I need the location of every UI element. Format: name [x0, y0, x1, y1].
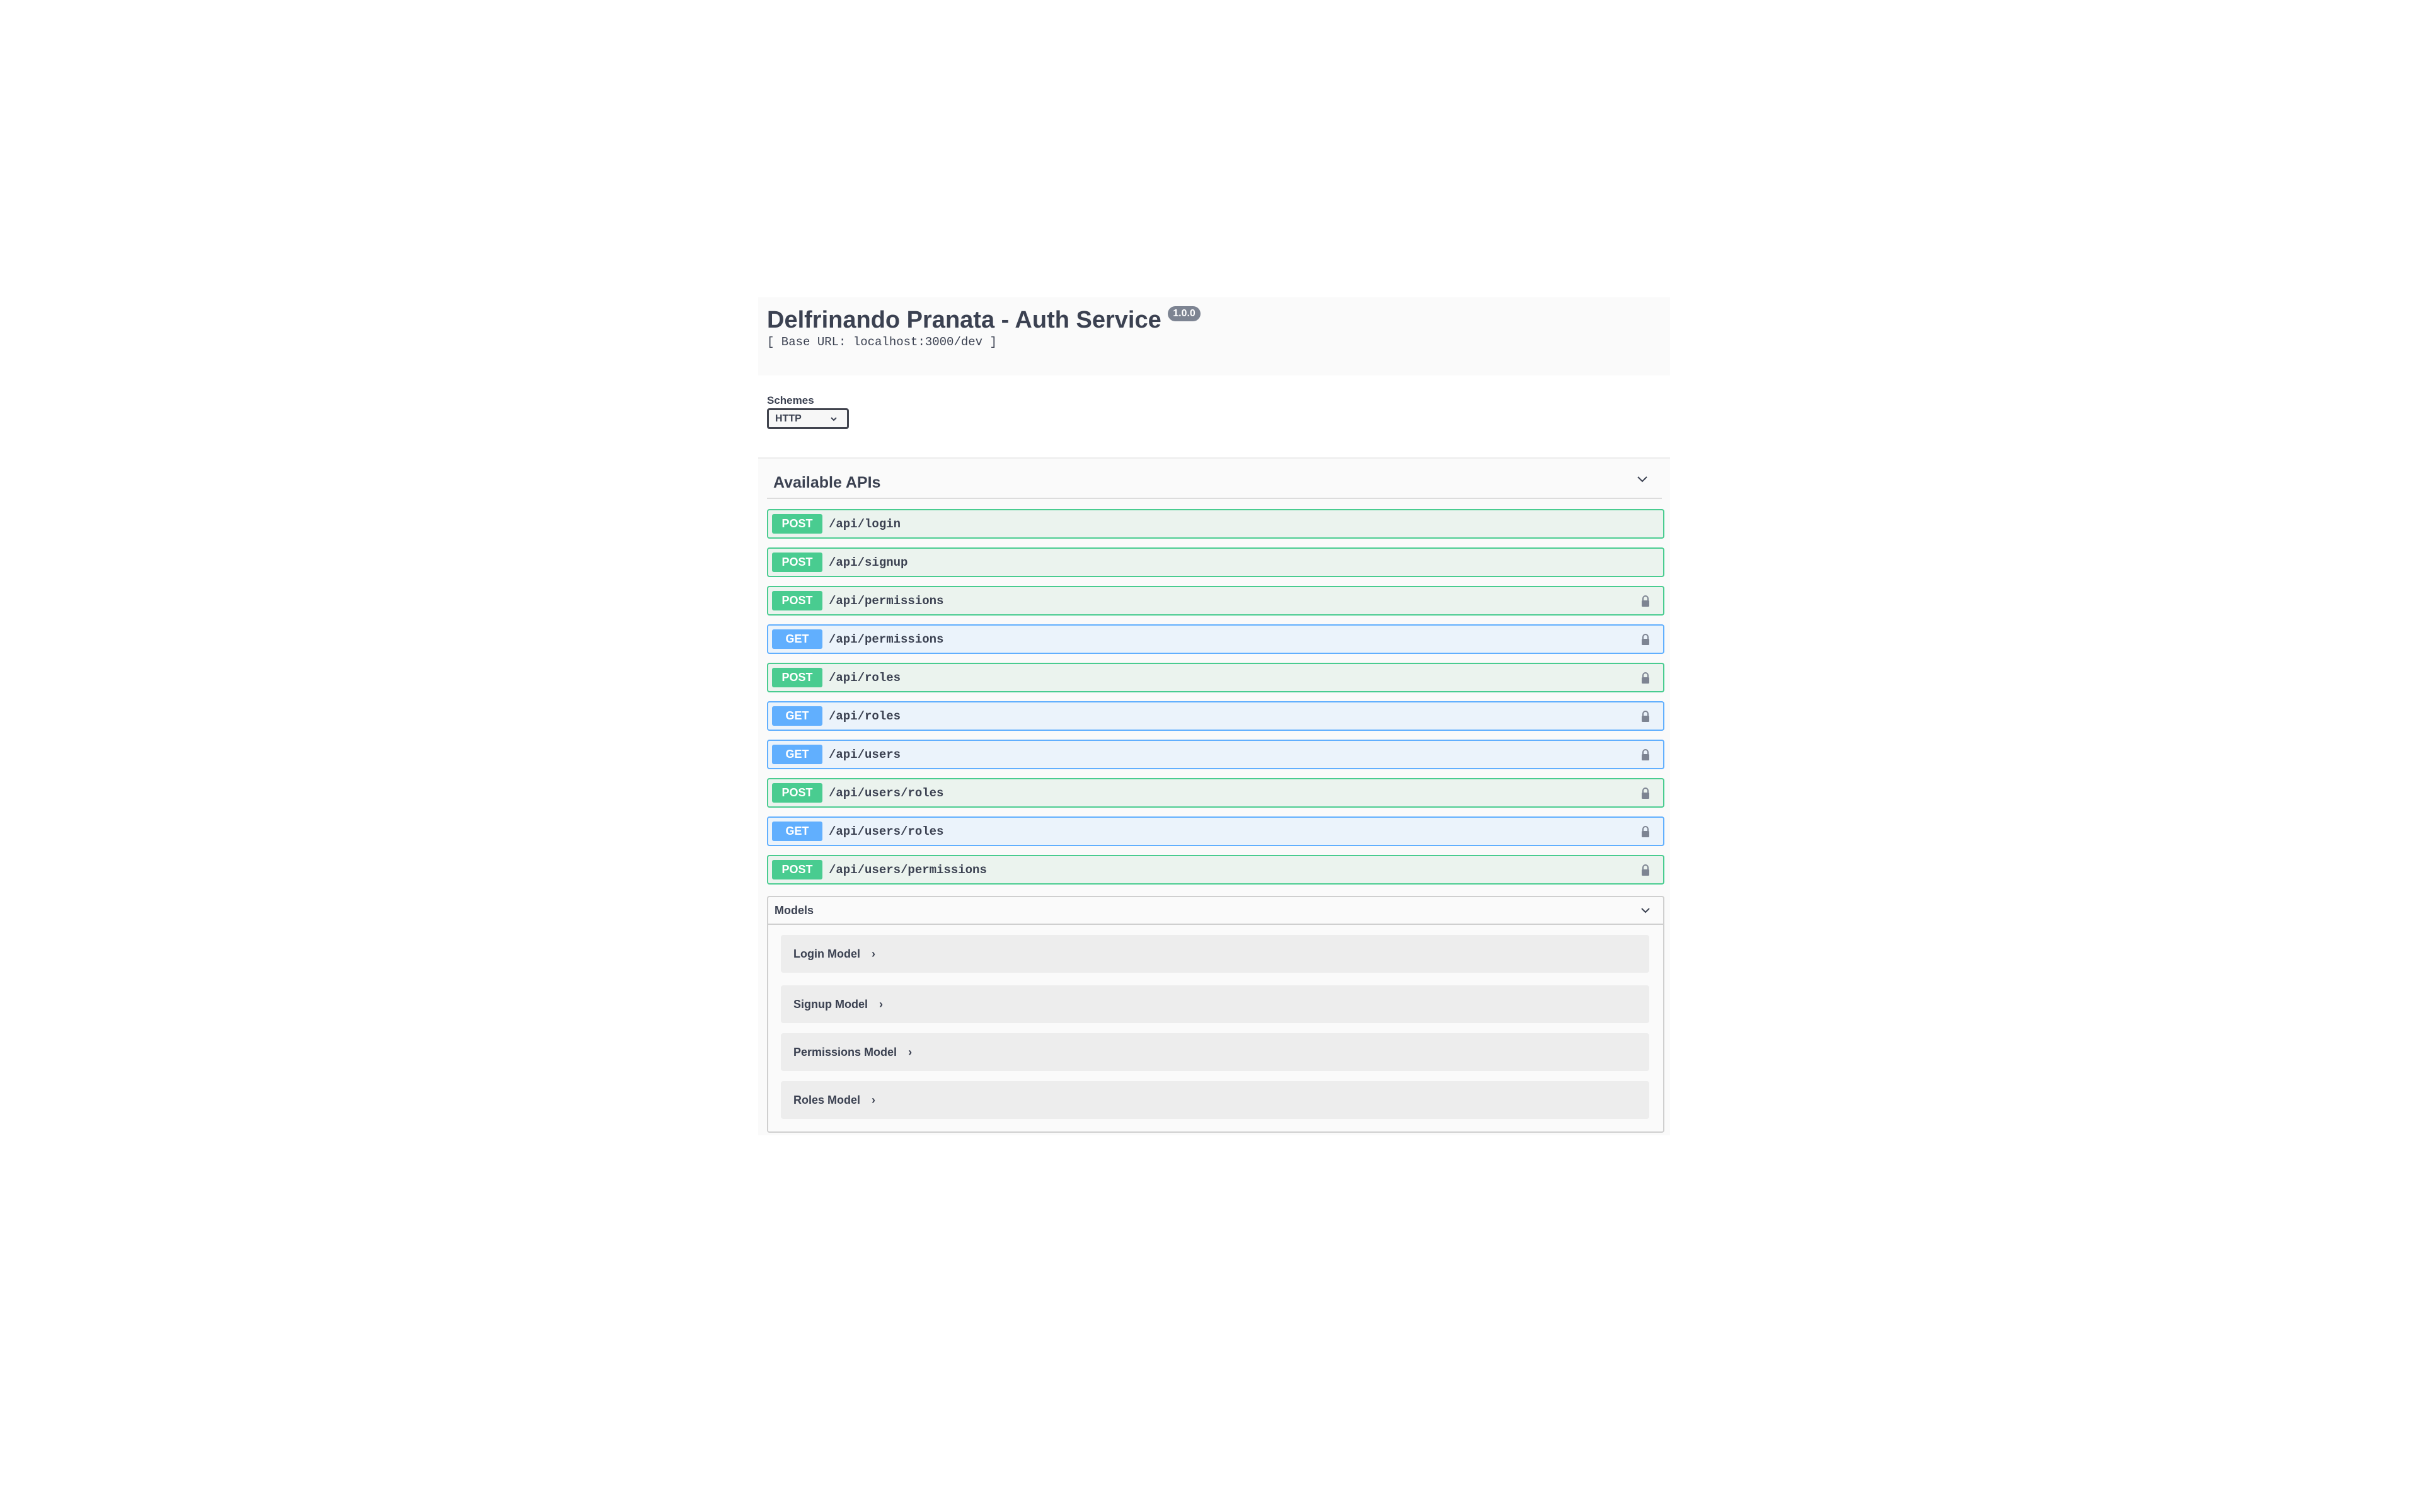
operation-get-api-roles[interactable]: GET /api/roles	[767, 701, 1664, 731]
lock-icon[interactable]	[1640, 825, 1651, 838]
models-section: Models Login Model › Signup Model › Perm…	[767, 896, 1664, 1133]
lock-icon[interactable]	[1640, 787, 1651, 799]
operation-post-api-users-permissions[interactable]: POST /api/users/permissions	[767, 855, 1664, 885]
method-badge: GET	[772, 822, 822, 841]
chevron-right-icon: ›	[908, 1045, 913, 1058]
method-badge: POST	[772, 591, 822, 610]
operations-list: POST /api/login POST /api/signup POST /a…	[767, 509, 1664, 893]
operation-path: /api/login	[829, 517, 901, 531]
operation-post-api-roles[interactable]: POST /api/roles	[767, 663, 1664, 692]
api-info: Delfrinando Pranata - Auth Service 1.0.0…	[767, 306, 1662, 349]
model-name: Login Model	[793, 947, 860, 960]
method-badge: POST	[772, 514, 822, 534]
base-url: [ Base URL: localhost:3000/dev ]	[767, 335, 997, 349]
chevron-right-icon: ›	[879, 997, 883, 1011]
model-name: Signup Model	[793, 997, 868, 1011]
lock-icon[interactable]	[1640, 595, 1651, 607]
operation-get-api-users-roles[interactable]: GET /api/users/roles	[767, 816, 1664, 846]
schemes-selected-value: HTTP	[775, 413, 802, 424]
method-badge: GET	[772, 629, 822, 649]
operation-path: /api/roles	[829, 709, 901, 723]
version-badge: 1.0.0	[1168, 306, 1201, 321]
method-badge: POST	[772, 553, 822, 572]
method-badge: POST	[772, 783, 822, 803]
operation-get-api-permissions[interactable]: GET /api/permissions	[767, 624, 1664, 654]
method-badge: GET	[772, 745, 822, 764]
operation-path: /api/signup	[829, 555, 908, 570]
operation-path: /api/permissions	[829, 632, 944, 646]
chevron-right-icon: ›	[872, 1093, 876, 1106]
model-signup[interactable]: Signup Model ›	[781, 985, 1649, 1023]
method-badge: POST	[772, 860, 822, 879]
model-name: Permissions Model	[793, 1045, 897, 1058]
chevron-down-icon	[831, 417, 837, 421]
lock-icon[interactable]	[1640, 633, 1651, 646]
chevron-down-icon[interactable]	[1635, 472, 1649, 486]
schemes-label: Schemes	[767, 394, 814, 406]
model-permissions[interactable]: Permissions Model ›	[781, 1033, 1649, 1071]
lock-icon[interactable]	[1640, 748, 1651, 761]
page-title: Delfrinando Pranata - Auth Service	[767, 307, 1161, 333]
lock-icon[interactable]	[1640, 710, 1651, 723]
chevron-down-icon[interactable]	[1639, 904, 1652, 917]
operation-get-api-users[interactable]: GET /api/users	[767, 740, 1664, 769]
operation-path: /api/permissions	[829, 593, 944, 608]
operation-path: /api/users	[829, 747, 901, 762]
model-name: Roles Model	[793, 1093, 861, 1106]
model-login[interactable]: Login Model ›	[781, 935, 1649, 973]
operation-post-api-permissions[interactable]: POST /api/permissions	[767, 586, 1664, 616]
models-header[interactable]: Models	[768, 897, 1663, 925]
operation-path: /api/roles	[829, 670, 901, 685]
lock-icon[interactable]	[1640, 864, 1651, 876]
operation-post-api-users-roles[interactable]: POST /api/users/roles	[767, 778, 1664, 808]
schemes-area: Schemes HTTP	[758, 375, 1670, 459]
lock-icon[interactable]	[1640, 672, 1651, 684]
operation-path: /api/users/roles	[829, 786, 944, 800]
model-roles[interactable]: Roles Model ›	[781, 1081, 1649, 1119]
swagger-container: Delfrinando Pranata - Auth Service 1.0.0…	[758, 297, 1670, 1135]
schemes-select[interactable]: HTTP	[767, 408, 849, 429]
available-apis-header[interactable]: Available APIs	[767, 462, 1662, 499]
operation-path: /api/users/permissions	[829, 862, 987, 877]
method-badge: GET	[772, 706, 822, 726]
operation-post-api-signup[interactable]: POST /api/signup	[767, 547, 1664, 577]
models-title: Models	[775, 904, 814, 917]
operation-post-api-login[interactable]: POST /api/login	[767, 509, 1664, 539]
method-badge: POST	[772, 668, 822, 687]
section-title: Available APIs	[773, 474, 881, 491]
chevron-right-icon: ›	[871, 947, 875, 960]
operation-path: /api/users/roles	[829, 824, 944, 839]
